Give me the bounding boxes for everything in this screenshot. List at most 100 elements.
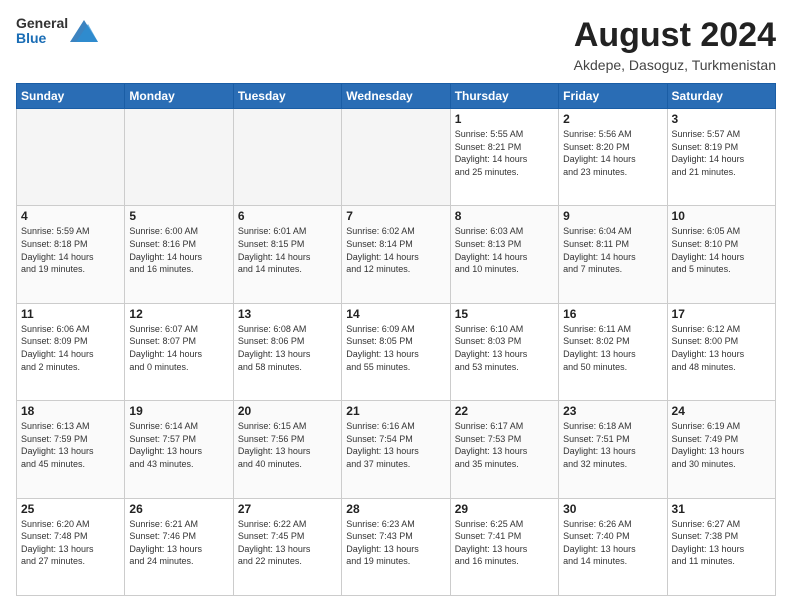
day-number: 8 (455, 209, 554, 223)
day-info: Sunrise: 5:56 AM Sunset: 8:20 PM Dayligh… (563, 128, 662, 178)
month-title: August 2024 (574, 16, 776, 55)
day-number: 6 (238, 209, 337, 223)
calendar-cell (233, 109, 341, 206)
day-number: 28 (346, 502, 445, 516)
calendar-week-2: 4Sunrise: 5:59 AM Sunset: 8:18 PM Daylig… (17, 206, 776, 303)
calendar-cell: 26 Sunrise: 6:21 AM Sunset: 7:46 PM Dayli… (125, 498, 233, 595)
calendar-cell: 31 Sunrise: 6:27 AM Sunset: 7:38 PM Dayli… (667, 498, 775, 595)
day-info: Sunrise: 6:10 AM Sunset: 8:03 PM Dayligh… (455, 323, 554, 373)
day-number: 12 (129, 307, 228, 321)
calendar-header: SundayMondayTuesdayWednesdayThursdayFrid… (17, 84, 776, 109)
title-block: August 2024 Akdepe, Dasoguz, Turkmenista… (574, 16, 776, 73)
day-number: 31 (672, 502, 771, 516)
day-info: Sunrise: 5:59 AM Sunset: 8:18 PM Dayligh… (21, 225, 120, 275)
day-number: 16 (563, 307, 662, 321)
logo-blue: Blue (16, 31, 68, 46)
day-info: Sunrise: 5:55 AM Sunset: 8:21 PM Dayligh… (455, 128, 554, 178)
calendar-cell: 9Sunrise: 6:04 AM Sunset: 8:11 PM Daylig… (559, 206, 667, 303)
calendar-week-1: 1 Sunrise: 5:55 AM Sunset: 8:21 PM Daylig… (17, 109, 776, 206)
day-number: 15 (455, 307, 554, 321)
weekday-wednesday: Wednesday (342, 84, 450, 109)
page: General Blue August 2024 Akdepe, Dasoguz… (0, 0, 792, 612)
day-number: 7 (346, 209, 445, 223)
day-info: Sunrise: 6:14 AM Sunset: 7:57 PM Dayligh… (129, 420, 228, 470)
day-number: 1 (455, 112, 554, 126)
day-info: Sunrise: 6:22 AM Sunset: 7:45 PM Dayligh… (238, 518, 337, 568)
day-info: Sunrise: 6:23 AM Sunset: 7:43 PM Dayligh… (346, 518, 445, 568)
day-info: Sunrise: 6:01 AM Sunset: 8:15 PM Dayligh… (238, 225, 337, 275)
day-info: Sunrise: 6:19 AM Sunset: 7:49 PM Dayligh… (672, 420, 771, 470)
calendar-cell: 11Sunrise: 6:06 AM Sunset: 8:09 PM Dayli… (17, 303, 125, 400)
day-info: Sunrise: 6:06 AM Sunset: 8:09 PM Dayligh… (21, 323, 120, 373)
day-number: 18 (21, 404, 120, 418)
day-info: Sunrise: 6:16 AM Sunset: 7:54 PM Dayligh… (346, 420, 445, 470)
day-info: Sunrise: 6:25 AM Sunset: 7:41 PM Dayligh… (455, 518, 554, 568)
header: General Blue August 2024 Akdepe, Dasoguz… (16, 16, 776, 73)
day-info: Sunrise: 6:18 AM Sunset: 7:51 PM Dayligh… (563, 420, 662, 470)
calendar-cell: 6 Sunrise: 6:01 AM Sunset: 8:15 PM Daylig… (233, 206, 341, 303)
day-info: Sunrise: 6:11 AM Sunset: 8:02 PM Dayligh… (563, 323, 662, 373)
weekday-thursday: Thursday (450, 84, 558, 109)
day-info: Sunrise: 6:21 AM Sunset: 7:46 PM Dayligh… (129, 518, 228, 568)
day-number: 13 (238, 307, 337, 321)
logo-icon (70, 20, 98, 42)
weekday-header-row: SundayMondayTuesdayWednesdayThursdayFrid… (17, 84, 776, 109)
calendar-cell: 20 Sunrise: 6:15 AM Sunset: 7:56 PM Dayli… (233, 401, 341, 498)
day-info: Sunrise: 6:05 AM Sunset: 8:10 PM Dayligh… (672, 225, 771, 275)
day-number: 14 (346, 307, 445, 321)
day-number: 26 (129, 502, 228, 516)
calendar-cell: 24 Sunrise: 6:19 AM Sunset: 7:49 PM Dayli… (667, 401, 775, 498)
day-info: Sunrise: 5:57 AM Sunset: 8:19 PM Dayligh… (672, 128, 771, 178)
weekday-saturday: Saturday (667, 84, 775, 109)
day-number: 17 (672, 307, 771, 321)
day-number: 24 (672, 404, 771, 418)
calendar-week-4: 18 Sunrise: 6:13 AM Sunset: 7:59 PM Dayli… (17, 401, 776, 498)
day-number: 5 (129, 209, 228, 223)
calendar-cell (125, 109, 233, 206)
day-info: Sunrise: 6:17 AM Sunset: 7:53 PM Dayligh… (455, 420, 554, 470)
calendar-cell: 14 Sunrise: 6:09 AM Sunset: 8:05 PM Dayli… (342, 303, 450, 400)
day-number: 9 (563, 209, 662, 223)
calendar-week-3: 11Sunrise: 6:06 AM Sunset: 8:09 PM Dayli… (17, 303, 776, 400)
calendar-cell: 17Sunrise: 6:12 AM Sunset: 8:00 PM Dayli… (667, 303, 775, 400)
calendar-cell: 7 Sunrise: 6:02 AM Sunset: 8:14 PM Daylig… (342, 206, 450, 303)
calendar-cell: 15 Sunrise: 6:10 AM Sunset: 8:03 PM Dayli… (450, 303, 558, 400)
calendar-cell: 25Sunrise: 6:20 AM Sunset: 7:48 PM Dayli… (17, 498, 125, 595)
calendar-cell: 10 Sunrise: 6:05 AM Sunset: 8:10 PM Dayli… (667, 206, 775, 303)
day-info: Sunrise: 6:20 AM Sunset: 7:48 PM Dayligh… (21, 518, 120, 568)
weekday-friday: Friday (559, 84, 667, 109)
weekday-monday: Monday (125, 84, 233, 109)
calendar-cell: 3 Sunrise: 5:57 AM Sunset: 8:19 PM Daylig… (667, 109, 775, 206)
calendar-cell (17, 109, 125, 206)
day-number: 29 (455, 502, 554, 516)
calendar-cell (342, 109, 450, 206)
day-number: 10 (672, 209, 771, 223)
calendar-cell: 28 Sunrise: 6:23 AM Sunset: 7:43 PM Dayli… (342, 498, 450, 595)
calendar-cell: 19Sunrise: 6:14 AM Sunset: 7:57 PM Dayli… (125, 401, 233, 498)
weekday-sunday: Sunday (17, 84, 125, 109)
calendar-cell: 8Sunrise: 6:03 AM Sunset: 8:13 PM Daylig… (450, 206, 558, 303)
calendar-cell: 29 Sunrise: 6:25 AM Sunset: 7:41 PM Dayli… (450, 498, 558, 595)
location-title: Akdepe, Dasoguz, Turkmenistan (574, 57, 776, 73)
day-number: 22 (455, 404, 554, 418)
day-number: 27 (238, 502, 337, 516)
day-number: 3 (672, 112, 771, 126)
day-info: Sunrise: 6:02 AM Sunset: 8:14 PM Dayligh… (346, 225, 445, 275)
day-number: 2 (563, 112, 662, 126)
calendar-cell: 13Sunrise: 6:08 AM Sunset: 8:06 PM Dayli… (233, 303, 341, 400)
weekday-tuesday: Tuesday (233, 84, 341, 109)
day-info: Sunrise: 6:13 AM Sunset: 7:59 PM Dayligh… (21, 420, 120, 470)
calendar-cell: 27 Sunrise: 6:22 AM Sunset: 7:45 PM Dayli… (233, 498, 341, 595)
day-info: Sunrise: 6:09 AM Sunset: 8:05 PM Dayligh… (346, 323, 445, 373)
calendar-cell: 1 Sunrise: 5:55 AM Sunset: 8:21 PM Daylig… (450, 109, 558, 206)
day-number: 20 (238, 404, 337, 418)
calendar-cell: 12 Sunrise: 6:07 AM Sunset: 8:07 PM Dayli… (125, 303, 233, 400)
calendar-table: SundayMondayTuesdayWednesdayThursdayFrid… (16, 83, 776, 596)
calendar-cell: 21 Sunrise: 6:16 AM Sunset: 7:54 PM Dayli… (342, 401, 450, 498)
calendar-cell: 23Sunrise: 6:18 AM Sunset: 7:51 PM Dayli… (559, 401, 667, 498)
day-info: Sunrise: 6:27 AM Sunset: 7:38 PM Dayligh… (672, 518, 771, 568)
day-number: 21 (346, 404, 445, 418)
logo: General Blue (16, 16, 98, 47)
day-info: Sunrise: 6:07 AM Sunset: 8:07 PM Dayligh… (129, 323, 228, 373)
day-info: Sunrise: 6:15 AM Sunset: 7:56 PM Dayligh… (238, 420, 337, 470)
